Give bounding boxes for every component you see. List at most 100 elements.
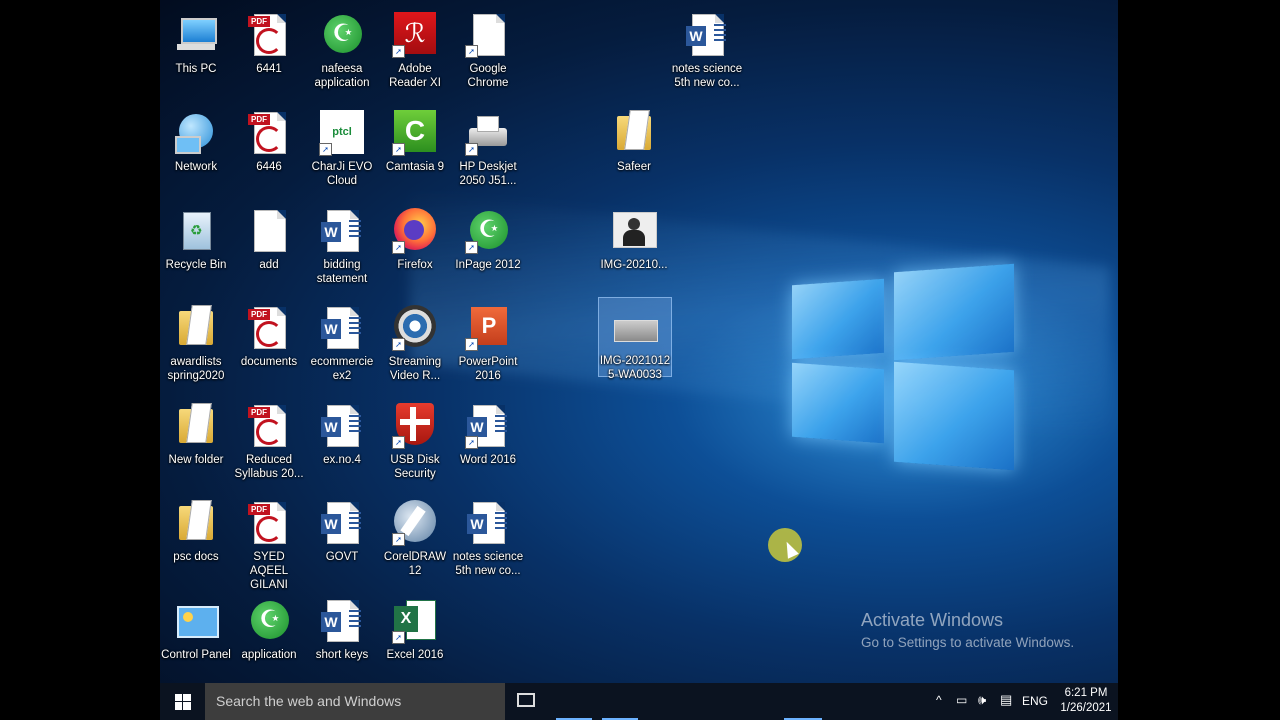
pdf-icon: PDF (246, 500, 292, 546)
desktop-icon-add[interactable]: add (233, 202, 305, 296)
network-icon (173, 110, 219, 156)
activate-windows-watermark: Activate Windows Go to Settings to activ… (861, 610, 1074, 650)
desktop-icon-psc-docs[interactable]: psc docs (160, 494, 232, 588)
task-view-icon[interactable] (517, 693, 535, 707)
icon-label: Adobe Reader XI (389, 63, 441, 89)
icon-label: GOVT (325, 551, 359, 563)
desktop-icon-6446[interactable]: PDF 6446 (233, 104, 305, 198)
desktop-icon-img-1[interactable]: IMG-20210... (598, 202, 670, 296)
file-icon (246, 208, 292, 254)
action-center-icon[interactable]: ▤ (1000, 692, 1012, 708)
powerpoint-icon: P ➚ (465, 305, 511, 351)
desktop-icon-reduced-syllabus[interactable]: PDF Reduced Syllabus 20... (233, 397, 305, 491)
camtasia-icon: C ➚ (392, 110, 438, 156)
clock-time: 6:21 PM (1064, 687, 1108, 699)
desktop-icon-application[interactable]: ☪ application (233, 592, 305, 686)
desktop-icon-excel[interactable]: X ➚ Excel 2016 (379, 592, 451, 686)
clock[interactable]: 6:21 PM 1/26/2021 (1058, 686, 1114, 716)
icon-label: 6446 (256, 161, 282, 173)
desktop-icon-short-keys[interactable]: W short keys (306, 592, 378, 686)
desktop-icon-bidding-statement[interactable]: W bidding statement (306, 202, 378, 296)
word-icon: W ➚ (465, 403, 511, 449)
icon-label: This PC (175, 63, 217, 75)
icon-label: Reduced Syllabus 20... (234, 454, 304, 480)
desktop-icon-6441[interactable]: PDF 6441 (233, 6, 305, 100)
desktop-icon-new-folder[interactable]: New folder (160, 397, 232, 491)
icon-label: SYED AQEEL GILANI (249, 551, 289, 591)
desktop-icon-hp-deskjet[interactable]: ➚ HP Deskjet 2050 J51... (452, 104, 524, 198)
icon-label: Word 2016 (459, 454, 517, 466)
icon-label: awardlists spring2020 (167, 356, 225, 382)
inpage-icon: ☪ (246, 598, 292, 644)
desktop-icon-charji-evo-cloud[interactable]: ptcl ➚ CharJi EVO Cloud (306, 104, 378, 198)
desktop-icon-nafeesa-application[interactable]: ☪ nafeesa application (306, 6, 378, 100)
icon-label: application (241, 649, 297, 661)
system-tray: ^ ▭ 🕪 ▤ ENG 6:21 PM 1/26/2021 (928, 683, 1118, 720)
desktop-icon-google-chrome[interactable]: ➚ Google Chrome (452, 6, 524, 100)
folder-icon (611, 110, 657, 156)
volume-icon[interactable]: 🕪 (978, 692, 986, 708)
pdf-icon: PDF (246, 12, 292, 58)
desktop-icon-firefox[interactable]: ➚ Firefox (379, 202, 451, 296)
desktop-icon-govt[interactable]: W GOVT (306, 494, 378, 588)
shield-icon: ➚ (392, 403, 438, 449)
desktop[interactable]: This PC Network ♻ Recycle Bin awardlists… (160, 0, 1118, 720)
desktop-icon-streaming-video[interactable]: ➚ Streaming Video R... (379, 299, 451, 393)
desktop-icon-inpage-2012[interactable]: ☪ ➚ InPage 2012 (452, 202, 524, 296)
clock-date: 1/26/2021 (1060, 702, 1112, 714)
printer-icon: ➚ (465, 110, 511, 156)
desktop-icon-safeer[interactable]: Safeer (598, 104, 670, 198)
icon-label: ecommercie ex2 (310, 356, 374, 382)
desktop-icon-syed-aqeel-gilani[interactable]: PDF SYED AQEEL GILANI (233, 494, 305, 591)
icon-label: Google Chrome (467, 63, 509, 89)
watermark-title: Activate Windows (861, 610, 1004, 630)
icon-label: Camtasia 9 (385, 161, 445, 173)
icon-label: PowerPoint 2016 (458, 356, 518, 382)
search-box[interactable]: Search the web and Windows (205, 683, 505, 720)
desktop-icon-notes-science-1[interactable]: W notes science 5th new co... (671, 6, 743, 100)
desktop-icon-this-pc[interactable]: This PC (160, 6, 232, 100)
adobe-reader-icon: ℛ ➚ (392, 12, 438, 58)
icon-label: Safeer (617, 161, 651, 173)
icon-label: 6441 (256, 63, 282, 75)
chevron-up-icon[interactable]: ^ (936, 693, 942, 707)
word-doc-icon: W (319, 598, 365, 644)
desktop-icon-notes-science-2[interactable]: W notes science 5th new co... (452, 494, 524, 588)
icon-label: IMG-2021012 5-WA0033 (599, 355, 671, 381)
control-panel-icon (173, 598, 219, 644)
desktop-icon-adobe-reader[interactable]: ℛ ➚ Adobe Reader XI (379, 6, 451, 100)
desktop-icon-ecommercie-ex2[interactable]: W ecommercie ex2 (306, 299, 378, 393)
desktop-icon-usb-disk-security[interactable]: ➚ USB Disk Security (379, 397, 451, 491)
icon-label: IMG-20210... (600, 259, 668, 271)
desktop-icon-control-panel[interactable]: Control Panel (160, 592, 232, 686)
word-doc-icon: W (319, 500, 365, 546)
coreldraw-icon: ➚ (392, 500, 438, 546)
icon-label: CorelDRAW 12 (383, 551, 447, 577)
desktop-icon-img-2-selected[interactable]: IMG-2021012 5-WA0033 (598, 297, 672, 381)
icon-label: bidding statement (316, 259, 368, 285)
network-tray-icon[interactable]: ▭ (956, 693, 967, 707)
firefox-icon: ➚ (392, 208, 438, 254)
desktop-icon-documents[interactable]: PDF documents (233, 299, 305, 393)
desktop-icon-word-2016[interactable]: W ➚ Word 2016 (452, 397, 524, 491)
start-button[interactable] (160, 683, 205, 720)
pdf-icon: PDF (246, 403, 292, 449)
desktop-icon-awardlists[interactable]: awardlists spring2020 (160, 299, 232, 393)
desktop-icon-network[interactable]: Network (160, 104, 232, 198)
language-indicator[interactable]: ENG (1022, 694, 1048, 708)
icon-label: New folder (168, 454, 224, 466)
chrome-icon: ➚ (465, 12, 511, 58)
desktop-icon-coreldraw[interactable]: ➚ CorelDRAW 12 (379, 494, 451, 588)
desktop-icon-powerpoint[interactable]: P ➚ PowerPoint 2016 (452, 299, 524, 393)
icon-label: USB Disk Security (390, 454, 440, 480)
icon-label: short keys (315, 649, 369, 661)
icon-label: Control Panel (161, 649, 231, 661)
windows-logo-wallpaper (792, 250, 1014, 472)
desktop-icon-recycle-bin[interactable]: ♻ Recycle Bin (160, 202, 232, 296)
icon-label: Streaming Video R... (388, 356, 442, 382)
inpage-icon: ☪ ➚ (465, 208, 511, 254)
desktop-icon-ex-no-4[interactable]: W ex.no.4 (306, 397, 378, 491)
desktop-icon-camtasia[interactable]: C ➚ Camtasia 9 (379, 104, 451, 198)
streaming-icon: ➚ (392, 305, 438, 351)
folder-icon (173, 305, 219, 351)
